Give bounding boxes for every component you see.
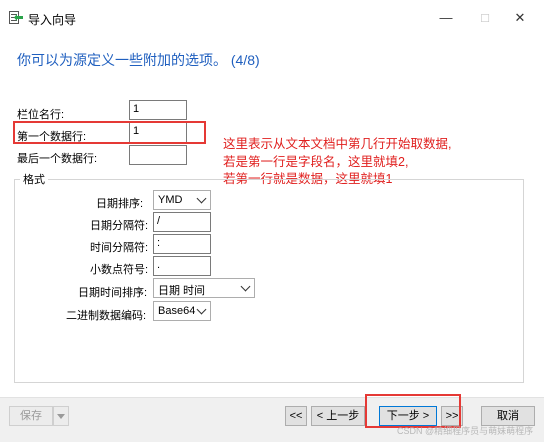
chevron-down-icon <box>196 193 207 204</box>
import-wizard-icon <box>9 11 23 24</box>
time-separator-input[interactable]: : <box>153 234 211 254</box>
maximize-button[interactable]: □ <box>475 10 495 26</box>
highlight-box-first-data-row <box>13 121 206 144</box>
date-separator-input[interactable]: / <box>153 212 211 232</box>
field-name-row-input[interactable]: 1 <box>129 100 187 120</box>
date-separator-label: 日期分隔符: <box>90 220 149 232</box>
cancel-button[interactable]: 取消 <box>481 406 535 426</box>
date-order-select[interactable]: YMD <box>153 190 211 210</box>
time-separator-label: 时间分隔符: <box>90 242 149 254</box>
last-data-row-input[interactable] <box>129 145 187 165</box>
save-button[interactable]: 保存 <box>9 406 53 426</box>
last-data-row-label: 最后一个数据行: <box>17 153 98 165</box>
format-group <box>14 179 524 383</box>
previous-step-button[interactable]: < 上一步 <box>311 406 365 426</box>
binary-encoding-label: 二进制数据编码: <box>66 310 147 322</box>
datetime-order-value: 日期 时间 <box>158 285 206 297</box>
date-order-label: 日期排序: <box>96 198 144 210</box>
chevron-down-icon <box>57 414 65 419</box>
date-order-value: YMD <box>158 194 183 206</box>
chevron-down-icon <box>240 281 251 292</box>
format-group-legend: 格式 <box>20 171 48 187</box>
highlight-box-next-step <box>365 394 461 428</box>
binary-encoding-select[interactable]: Base64 <box>153 301 211 321</box>
window-title: 导入向导 <box>28 13 77 27</box>
minimize-button[interactable]: — <box>436 10 456 26</box>
field-name-row-label: 栏位名行: <box>17 109 65 121</box>
close-button[interactable]: ✕ <box>510 10 530 26</box>
datetime-order-label: 日期时间排序: <box>78 287 148 299</box>
decimal-symbol-input[interactable]: . <box>153 256 211 276</box>
save-dropdown-button[interactable] <box>53 406 69 426</box>
binary-encoding-value: Base64 <box>158 305 196 317</box>
chevron-down-icon <box>196 304 207 315</box>
datetime-order-select[interactable]: 日期 时间 <box>153 278 255 298</box>
annotation-line-2: 若是第一行是字段名，这里就填2, <box>223 154 409 169</box>
page-heading: 你可以为源定义一些附加的选项。 (4/8) <box>17 52 260 68</box>
annotation-line-1: 这里表示从文本文档中第几行开始取数据, <box>223 137 452 151</box>
decimal-symbol-label: 小数点符号: <box>90 264 149 276</box>
first-step-button[interactable]: << <box>285 406 307 426</box>
watermark-text: CSDN @精细程序员与萌妹萌程序 <box>397 426 534 436</box>
